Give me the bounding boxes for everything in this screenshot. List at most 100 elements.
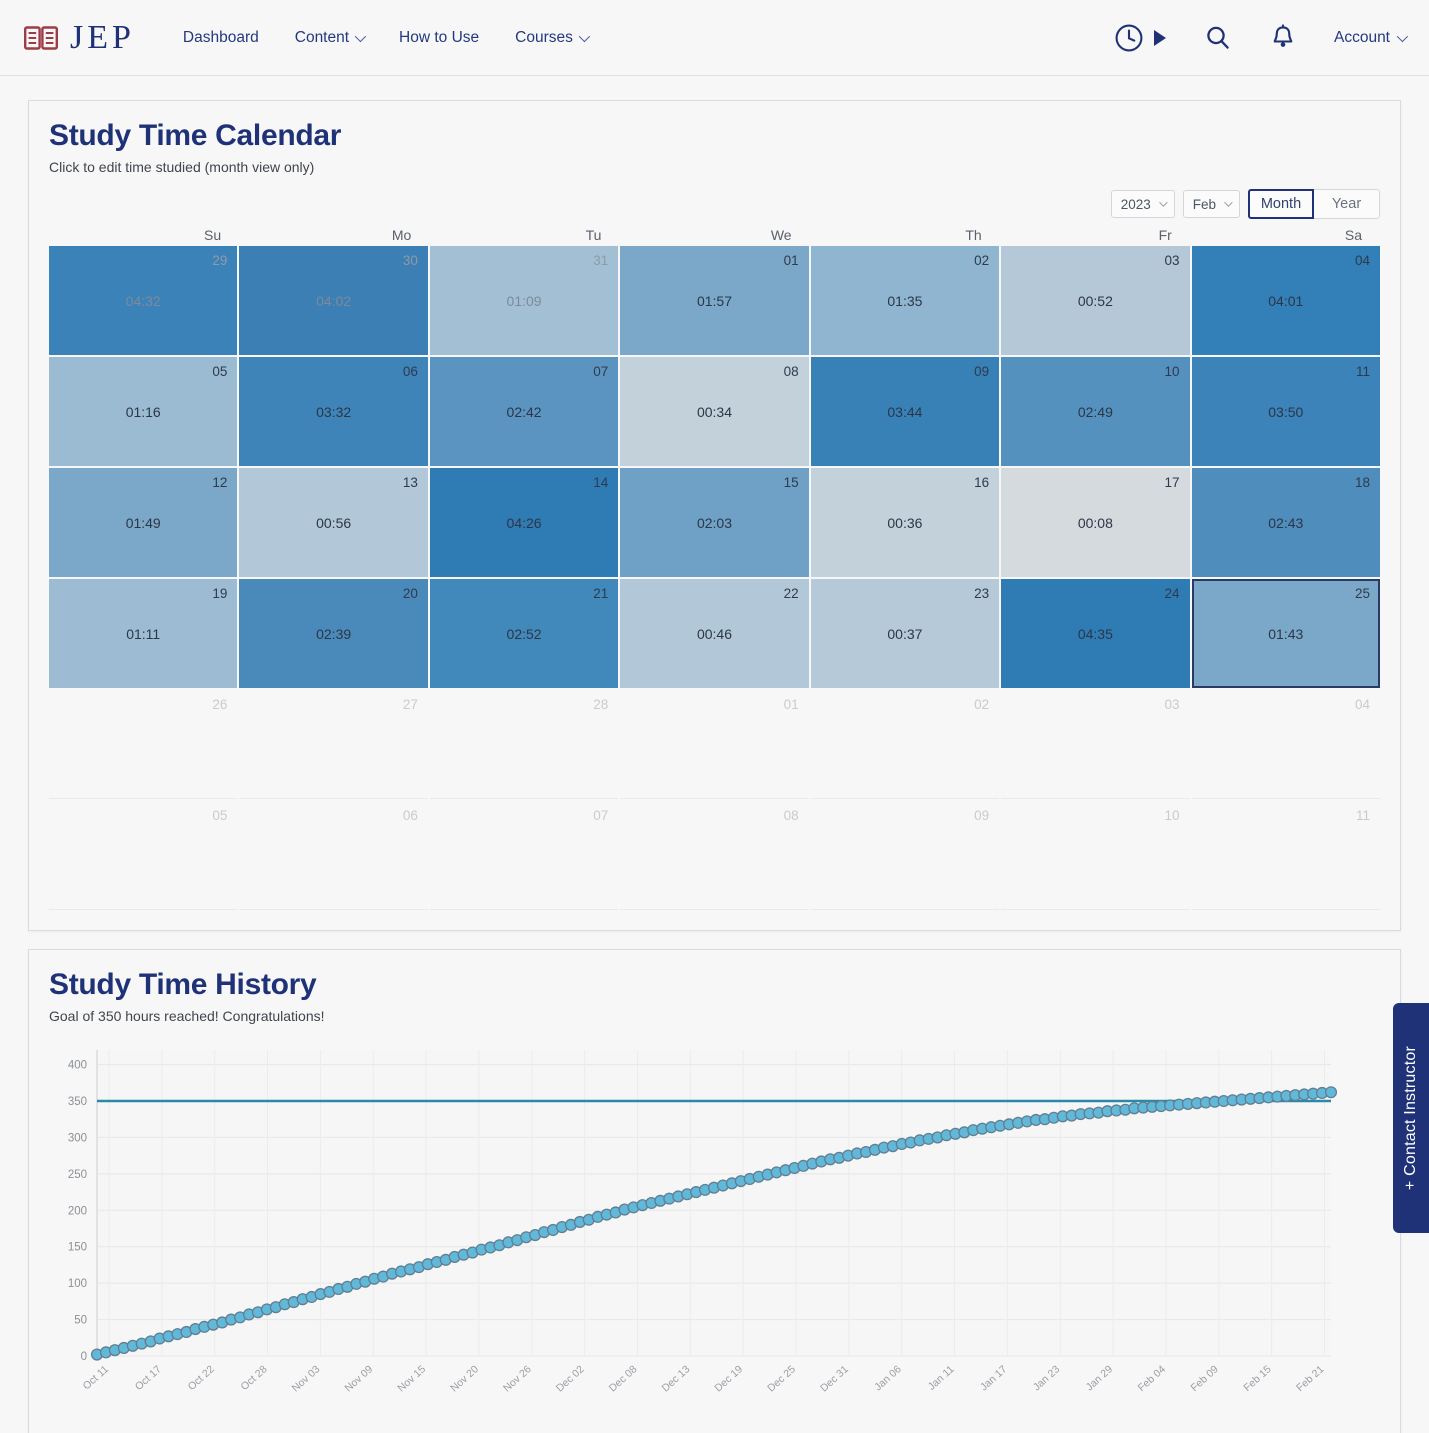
- x-axis-tick-label: Dec 08: [607, 1363, 640, 1394]
- calendar-cell-day[interactable]: 20 02:39: [239, 579, 428, 688]
- history-subtitle: Goal of 350 hours reached! Congratulatio…: [49, 1008, 325, 1024]
- calendar-cell-day[interactable]: 19 01:11: [49, 579, 238, 688]
- calendar-cell-day[interactable]: 13 00:56: [239, 468, 428, 577]
- calendar-cell-daynumber: 09: [974, 364, 990, 379]
- y-axis-tick-label: 50: [74, 1315, 87, 1327]
- nav-item-label: Content: [294, 28, 350, 46]
- calendar-cell-day[interactable]: 31 01:09: [429, 246, 619, 355]
- nav-item-courses[interactable]: Courses: [515, 29, 590, 47]
- calendar-cell-daynumber: 25: [1354, 586, 1370, 601]
- x-axis-tick-label: Dec 25: [765, 1363, 798, 1394]
- account-label: Account: [1333, 28, 1390, 46]
- calendar-cell-day[interactable]: 08 00:34: [620, 357, 809, 466]
- calendar-cell-daynumber: 06: [402, 808, 418, 823]
- calendar-cell-day[interactable]: 05 01:16: [49, 357, 238, 466]
- calendar-cell-studytime: 03:44: [887, 403, 923, 420]
- calendar-cell-day[interactable]: 18 02:43: [1191, 468, 1380, 577]
- calendar-cell-daynumber: 26: [212, 697, 228, 712]
- calendar-cell-studytime: 02:43: [1268, 514, 1304, 531]
- view-toggle-year[interactable]: Year: [1314, 189, 1380, 219]
- calendar-cell-day[interactable]: 17 00:08: [1001, 468, 1190, 577]
- calendar-cell-day[interactable]: 02 01:35: [810, 246, 1000, 355]
- calendar-cell-daynumber: 11: [1355, 808, 1370, 823]
- clock-icon[interactable]: [1114, 23, 1144, 53]
- chart-data-point[interactable]: [1324, 1086, 1338, 1099]
- calendar-cell-day[interactable]: 21 02:52: [429, 579, 619, 688]
- x-axis-tick-label: Feb 04: [1136, 1363, 1168, 1394]
- calendar-cell-day[interactable]: 23 00:37: [810, 579, 1000, 688]
- calendar-cell-empty: 06: [239, 801, 428, 910]
- x-axis-tick-label: Feb 09: [1188, 1363, 1220, 1394]
- calendar-cell-day[interactable]: 14 04:26: [429, 468, 619, 577]
- calendar-cell-studytime: 01:35: [887, 292, 923, 309]
- calendar-cell-studytime: 00:34: [696, 403, 733, 420]
- calendar-cell-daynumber: 07: [593, 364, 609, 379]
- calendar-cell-daynumber: 02: [974, 253, 990, 268]
- calendar-cell-studytime: 02:49: [1077, 403, 1113, 420]
- calendar-cell-daynumber: 11: [1355, 364, 1370, 379]
- nav-item-dashboard[interactable]: Dashboard: [183, 29, 259, 47]
- study-time-history-chart[interactable]: 0 50 100 150 200 250 300 350 400 Oct 11 Oct 17 Oct …: [49, 1042, 1380, 1427]
- play-icon[interactable]: [1153, 29, 1166, 46]
- calendar-cell-daynumber: 29: [212, 253, 228, 268]
- calendar-cell-daynumber: 14: [593, 475, 609, 490]
- calendar-cell-day[interactable]: 09 03:44: [810, 357, 1000, 466]
- nav-item-content[interactable]: Content: [294, 28, 367, 47]
- x-axis-tick-label: Jan 11: [926, 1363, 957, 1393]
- calendar-cell-day[interactable]: 15 02:03: [620, 468, 809, 577]
- calendar-cell-studytime: 01:09: [506, 292, 542, 309]
- calendar-cell-day[interactable]: 12 01:49: [49, 468, 238, 577]
- month-select[interactable]: Feb: [1182, 190, 1240, 218]
- calendar-cell-day[interactable]: 10 02:49: [1001, 357, 1190, 466]
- brand-name: JEP: [70, 18, 135, 56]
- nav-item-label: How to Use: [399, 28, 480, 46]
- calendar-cell-daynumber: 08: [783, 364, 799, 379]
- account-menu[interactable]: Account: [1333, 28, 1409, 47]
- calendar-cell-day[interactable]: 04 04:01: [1191, 246, 1380, 355]
- view-toggle-month[interactable]: Month: [1248, 189, 1314, 219]
- day-of-week-header: Su Mo Tu We Th Fr Sa: [49, 227, 1380, 243]
- study-time-calendar-card: Study Time Calendar Click to edit time s…: [28, 100, 1401, 931]
- calendar-controls: 2023 Feb Month Year: [49, 189, 1380, 219]
- calendar-cell-empty: 04: [1191, 690, 1380, 799]
- calendar-cell-day[interactable]: 11 03:50: [1191, 357, 1380, 466]
- calendar-cell-empty: 09: [810, 801, 1000, 910]
- contact-instructor-label: + Contact Instructor: [1402, 1045, 1419, 1191]
- calendar-cell-day[interactable]: 16 00:36: [810, 468, 1000, 577]
- calendar-cell-day[interactable]: 30 04:02: [239, 246, 428, 355]
- x-axis-tick-label: Nov 20: [448, 1363, 481, 1394]
- calendar-cell-day[interactable]: 01 01:57: [620, 246, 809, 355]
- brand-logo[interactable]: JEP: [24, 19, 135, 57]
- calendar-cell-studytime: 04:32: [125, 292, 161, 309]
- nav-item-how-to-use[interactable]: How to Use: [399, 29, 479, 47]
- history-title: Study Time History: [49, 968, 317, 1001]
- notification-bell-icon[interactable]: [1270, 23, 1296, 52]
- primary-nav: Dashboard Content How to Use Courses: [183, 28, 590, 47]
- calendar-cell-daynumber: 07: [593, 808, 609, 823]
- search-icon[interactable]: [1204, 24, 1232, 52]
- calendar-cell-day[interactable]: 29 04:32: [49, 246, 238, 355]
- calendar-cell-empty: 05: [49, 801, 238, 910]
- calendar-cell-daynumber: 23: [974, 586, 990, 601]
- calendar-cell-daynumber: 02: [974, 697, 990, 712]
- x-axis-tick-label: Nov 09: [342, 1363, 375, 1394]
- calendar-cell-daynumber: 12: [212, 475, 228, 490]
- calendar-cell-daynumber: 19: [212, 586, 228, 601]
- year-select[interactable]: 2023: [1110, 190, 1175, 218]
- calendar-cell-day[interactable]: 22 00:46: [620, 579, 809, 688]
- chevron-down-icon: [578, 30, 590, 42]
- calendar-cell-day[interactable]: 25 01:43: [1191, 579, 1380, 688]
- contact-instructor-tab[interactable]: + Contact Instructor: [1393, 1003, 1429, 1233]
- calendar-cell-day[interactable]: 06 03:32: [239, 357, 428, 466]
- calendar-cell-day[interactable]: 03 00:52: [1001, 246, 1190, 355]
- calendar-cell-daynumber: 03: [1164, 697, 1180, 712]
- calendar-cell-studytime: 03:32: [316, 403, 352, 420]
- calendar-cell-daynumber: 03: [1164, 253, 1180, 268]
- calendar-cell-daynumber: 01: [783, 697, 799, 712]
- calendar-cell-daynumber: 18: [1354, 475, 1370, 490]
- study-timer-control[interactable]: [1114, 23, 1166, 53]
- x-axis-tick-label: Feb 15: [1241, 1363, 1273, 1394]
- calendar-cell-day[interactable]: 24 04:35: [1001, 579, 1190, 688]
- calendar-cell-daynumber: 01: [783, 253, 799, 268]
- calendar-cell-day[interactable]: 07 02:42: [429, 357, 619, 466]
